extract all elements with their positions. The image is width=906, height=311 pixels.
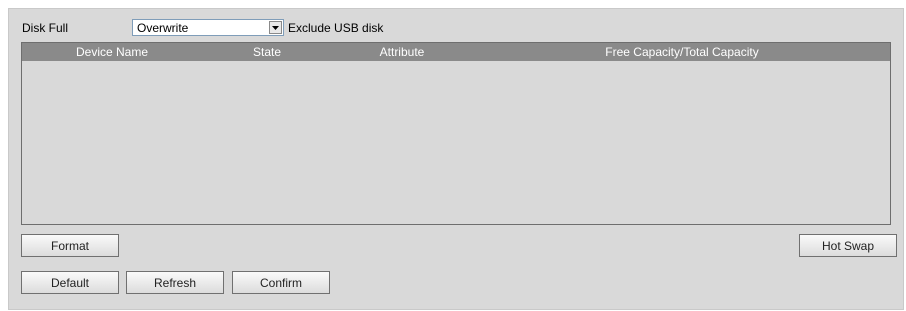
column-header-attribute: Attribute	[379, 45, 425, 59]
exclude-usb-disk-label: Exclude USB disk	[288, 21, 384, 35]
storage-panel: Disk Full Overwrite Exclude USB disk Dev…	[8, 8, 904, 310]
hot-swap-button[interactable]: Hot Swap	[799, 234, 897, 257]
disk-full-label: Disk Full	[22, 21, 69, 35]
default-button[interactable]: Default	[21, 271, 119, 294]
column-header-state: State	[252, 45, 282, 59]
confirm-button[interactable]: Confirm	[232, 271, 330, 294]
column-header-capacity: Free Capacity/Total Capacity	[605, 45, 759, 59]
format-button[interactable]: Format	[21, 234, 119, 257]
column-header-device-name: Device Name	[75, 45, 149, 59]
table-header: Device Name State Attribute Free Capacit…	[22, 43, 890, 61]
device-table: Device Name State Attribute Free Capacit…	[21, 42, 891, 225]
chevron-down-icon[interactable]	[269, 21, 282, 34]
disk-full-select-value: Overwrite	[137, 21, 189, 35]
disk-full-select[interactable]: Overwrite	[132, 19, 284, 36]
refresh-button[interactable]: Refresh	[126, 271, 224, 294]
